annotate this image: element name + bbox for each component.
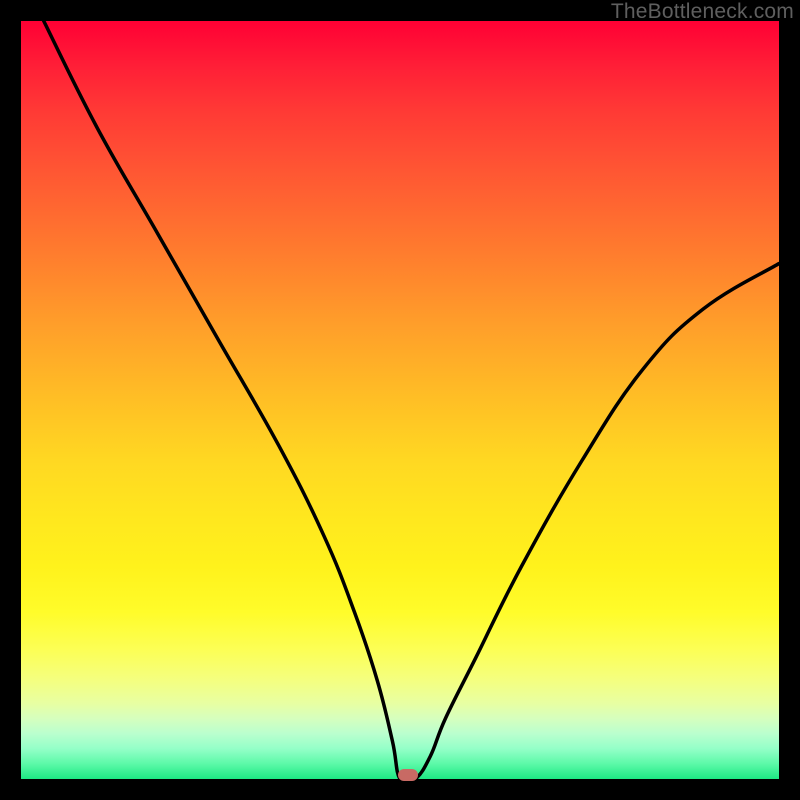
bottleneck-curve bbox=[21, 21, 779, 779]
optimal-point-marker bbox=[398, 769, 418, 781]
watermark-text: TheBottleneck.com bbox=[611, 0, 794, 24]
chart-frame bbox=[21, 21, 779, 779]
